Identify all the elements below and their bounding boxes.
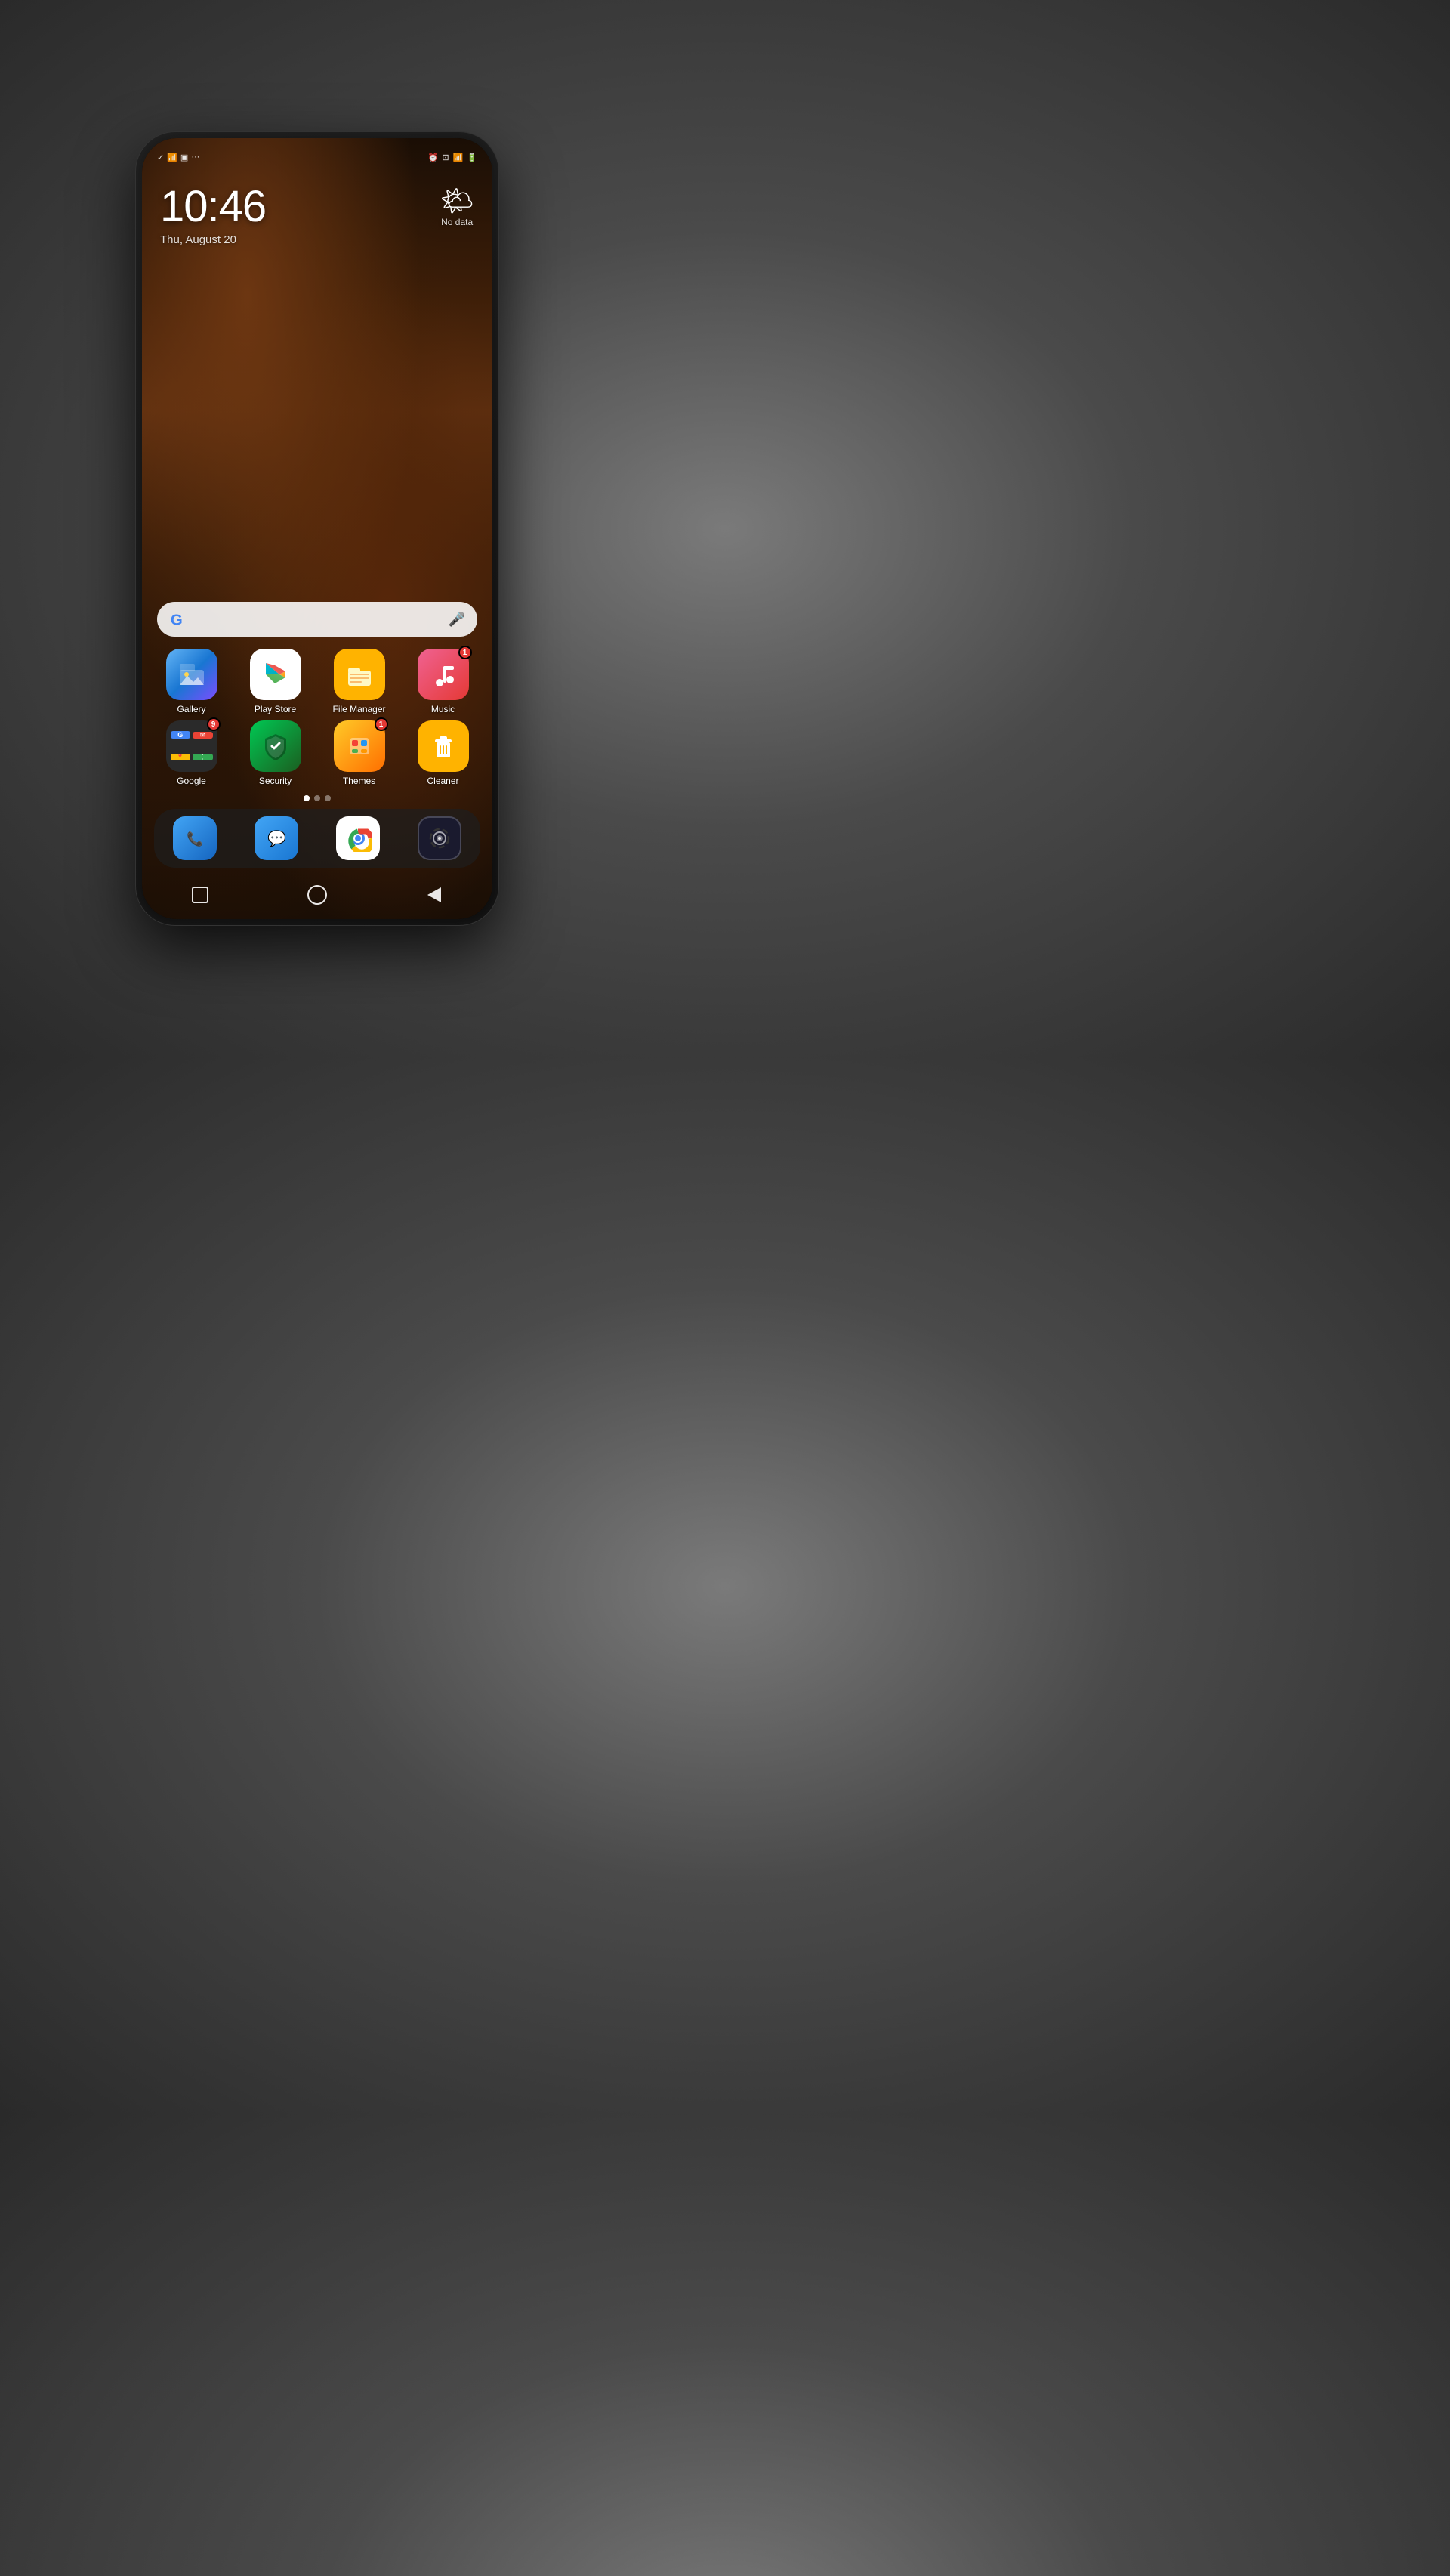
svg-text:📞: 📞 bbox=[187, 830, 204, 847]
wifi-icon: 📶 bbox=[453, 153, 464, 162]
phone-screen: ✓ 📶 ▣ ··· ⏰ ⊡ 📶 🔋 10:46 Thu, Augus bbox=[142, 138, 492, 919]
svg-text:G: G bbox=[171, 612, 183, 628]
app-playstore[interactable]: Play Store bbox=[233, 649, 317, 714]
dock-messages[interactable]: 💬 bbox=[236, 816, 317, 860]
app-grid-row2: 9 G ✉ 📍 ⋮ Google bbox=[142, 720, 492, 792]
cleaner-svg bbox=[427, 730, 459, 762]
messages-svg: 💬 bbox=[265, 827, 288, 850]
phone-device: ✓ 📶 ▣ ··· ⏰ ⊡ 📶 🔋 10:46 Thu, Augus bbox=[136, 132, 498, 925]
search-bar[interactable]: G 🎤 bbox=[157, 602, 477, 637]
music-icon: 1 bbox=[418, 649, 469, 700]
playstore-label: Play Store bbox=[255, 704, 296, 714]
dock-chrome[interactable] bbox=[317, 816, 399, 860]
chrome-icon bbox=[336, 816, 380, 860]
cleaner-icon bbox=[418, 720, 469, 772]
security-label: Security bbox=[259, 776, 292, 786]
status-left: ✓ 📶 ▣ ··· bbox=[157, 153, 199, 162]
messages-icon: 💬 bbox=[255, 816, 298, 860]
battery-icon: 🔋 bbox=[467, 153, 477, 162]
clock-time: 10:46 bbox=[160, 185, 266, 229]
google-label: Google bbox=[177, 776, 206, 786]
dots-icon: ··· bbox=[191, 153, 199, 162]
app-themes[interactable]: 1 Themes bbox=[317, 720, 401, 786]
security-svg bbox=[260, 730, 292, 762]
gallery-svg bbox=[177, 659, 207, 690]
back-icon bbox=[427, 887, 441, 902]
camera-svg bbox=[428, 827, 451, 850]
themes-badge: 1 bbox=[375, 717, 388, 731]
cast-icon: ⊡ bbox=[442, 153, 449, 162]
app-filemanager[interactable]: File Manager bbox=[317, 649, 401, 714]
chrome-svg bbox=[344, 825, 372, 852]
music-badge: 1 bbox=[458, 646, 472, 659]
app-security[interactable]: Security bbox=[233, 720, 317, 786]
app-google[interactable]: 9 G ✉ 📍 ⋮ Google bbox=[150, 720, 233, 786]
dot-3 bbox=[325, 795, 331, 801]
signal-icon: 📶 bbox=[167, 153, 177, 162]
phone-svg: 📞 bbox=[184, 827, 206, 850]
app-music[interactable]: 1 Music bbox=[401, 649, 485, 714]
phone-icon: 📞 bbox=[173, 816, 217, 860]
music-svg bbox=[427, 659, 459, 690]
nav-home-button[interactable] bbox=[304, 881, 331, 909]
music-label: Music bbox=[431, 704, 455, 714]
google-icon: 9 G ✉ 📍 ⋮ bbox=[166, 720, 218, 772]
clock-row: 10:46 Thu, August 20 🌤 No data bbox=[160, 185, 474, 246]
weather-text: No data bbox=[441, 217, 473, 227]
weather-icon: 🌤 bbox=[440, 185, 474, 217]
cleaner-label: Cleaner bbox=[427, 776, 458, 786]
home-icon bbox=[307, 885, 327, 905]
dot-1 bbox=[304, 795, 310, 801]
nav-bar bbox=[142, 877, 492, 919]
camera-icon bbox=[418, 816, 461, 860]
mic-icon[interactable]: 🎤 bbox=[449, 612, 465, 628]
themes-svg bbox=[344, 730, 375, 762]
filemanager-svg bbox=[344, 659, 375, 690]
svg-text:💬: 💬 bbox=[267, 829, 286, 847]
dock-camera[interactable] bbox=[399, 816, 480, 860]
playstore-svg bbox=[260, 659, 292, 690]
page-dots bbox=[142, 792, 492, 809]
security-icon bbox=[250, 720, 301, 772]
themes-icon: 1 bbox=[334, 720, 385, 772]
screen-icon: ▣ bbox=[180, 153, 188, 162]
dock: 📞 💬 bbox=[154, 809, 480, 868]
weather-widget: 🌤 No data bbox=[440, 185, 474, 227]
dock-phone[interactable]: 📞 bbox=[154, 816, 236, 860]
clock-block: 10:46 Thu, August 20 bbox=[160, 185, 266, 246]
clock-date: Thu, August 20 bbox=[160, 233, 266, 246]
nav-back-button[interactable] bbox=[421, 881, 448, 909]
screen-content: ✓ 📶 ▣ ··· ⏰ ⊡ 📶 🔋 10:46 Thu, Augus bbox=[142, 138, 492, 919]
status-right: ⏰ ⊡ 📶 🔋 bbox=[428, 153, 477, 162]
themes-label: Themes bbox=[343, 776, 375, 786]
notification-icon: ✓ bbox=[157, 153, 164, 162]
filemanager-icon bbox=[334, 649, 385, 700]
clock-area: 10:46 Thu, August 20 🌤 No data bbox=[142, 170, 492, 602]
app-gallery[interactable]: Gallery bbox=[150, 649, 233, 714]
dot-2 bbox=[314, 795, 320, 801]
status-bar: ✓ 📶 ▣ ··· ⏰ ⊡ 📶 🔋 bbox=[142, 138, 492, 170]
app-cleaner[interactable]: Cleaner bbox=[401, 720, 485, 786]
google-badge: 9 bbox=[207, 717, 221, 731]
recent-icon bbox=[192, 887, 208, 903]
playstore-icon bbox=[250, 649, 301, 700]
google-logo: G bbox=[169, 609, 189, 629]
filemanager-label: File Manager bbox=[332, 704, 385, 714]
alarm-icon: ⏰ bbox=[428, 153, 439, 162]
nav-recent-button[interactable] bbox=[187, 881, 214, 909]
gallery-label: Gallery bbox=[177, 704, 205, 714]
gallery-icon bbox=[166, 649, 218, 700]
app-grid-row1: Gallery bbox=[142, 649, 492, 720]
